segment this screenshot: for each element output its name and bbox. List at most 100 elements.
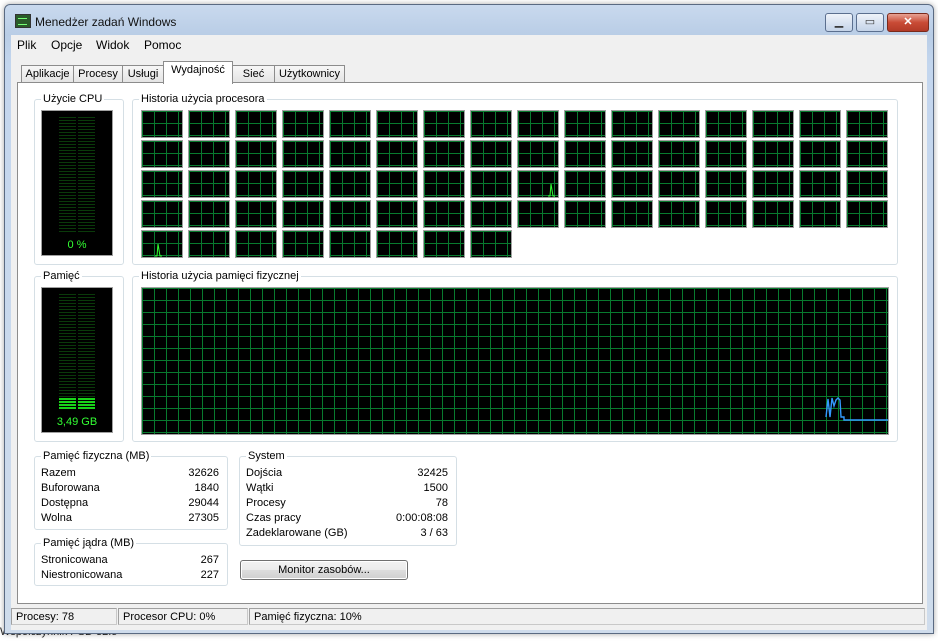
resource-monitor-button[interactable]: Monitor zasobów... (240, 560, 408, 580)
stat-value: 27305 (188, 512, 219, 524)
cpu-core-graph (329, 170, 371, 198)
cpu-usage-meter: 0 % (41, 110, 113, 256)
close-button[interactable]: ✕ (887, 13, 929, 32)
cpu-core-graph (752, 140, 794, 168)
status-memory: Pamięć fizyczna: 10% (249, 608, 925, 625)
cpu-core-graph (517, 170, 559, 198)
cpu-core-graph (470, 230, 512, 258)
cpu-core-graph (799, 200, 841, 228)
stat-value: 1500 (423, 482, 448, 494)
tab-applications[interactable]: Aplikacje (21, 65, 74, 83)
menu-file[interactable]: Plik (17, 38, 36, 52)
cpu-core-graph (423, 200, 465, 228)
memory-value: 3,49 GB (56, 416, 98, 428)
cpu-core-graph (376, 110, 418, 138)
cpu-core-graph (470, 170, 512, 198)
cpu-core-graph (329, 110, 371, 138)
physical-memory-row-free: Wolna 27305 (35, 512, 227, 526)
cpu-core-graph (658, 110, 700, 138)
cpu-core-graph (846, 110, 888, 138)
stat-label: Czas pracy (246, 512, 302, 524)
cpu-core-graph (423, 170, 465, 198)
cpu-core-graph (752, 170, 794, 198)
cpu-core-graph (799, 170, 841, 198)
stat-label: Razem (41, 467, 76, 479)
cpu-history-group: Historia użycia procesora (132, 92, 898, 265)
cpu-core-graph (235, 140, 277, 168)
task-manager-window: Menedżer zadań Windows ▁ ▭ ✕ Plik Opcje … (4, 4, 934, 634)
cpu-core-graph (846, 170, 888, 198)
menu-help[interactable]: Pomoc (144, 38, 181, 52)
system-row-uptime: Czas pracy 0:00:08:08 (240, 512, 456, 526)
cpu-history-label: Historia użycia procesora (139, 92, 267, 106)
cpu-core-graph (235, 230, 277, 258)
cpu-core-graph (282, 200, 324, 228)
menu-options[interactable]: Opcje (51, 38, 82, 52)
cpu-core-graph (141, 110, 183, 138)
performance-panel: Użycie CPU 0 % Historia użycia procesora… (17, 82, 923, 604)
memory-history-line (825, 397, 888, 421)
cpu-core-graph (658, 170, 700, 198)
system-label: System (246, 449, 287, 463)
stat-value: 0:00:08:08 (396, 512, 448, 524)
cpu-core-graph (282, 110, 324, 138)
cpu-core-graph (517, 140, 559, 168)
kernel-memory-row-paged: Stronicowana 267 (35, 554, 227, 568)
tab-services[interactable]: Usługi (122, 65, 164, 83)
cpu-core-graph (752, 110, 794, 138)
stat-value: 1840 (194, 482, 219, 494)
cpu-core-graph (423, 140, 465, 168)
kernel-memory-group: Pamięć jądra (MB) Stronicowana 267 Niest… (34, 536, 228, 586)
cpu-core-graph (658, 200, 700, 228)
cpu-core-graph (188, 110, 230, 138)
cpu-core-graph (376, 230, 418, 258)
system-row-commit: Zadeklarowane (GB) 3 / 63 (240, 527, 456, 541)
physical-memory-label: Pamięć fizyczna (MB) (41, 449, 152, 463)
stat-value: 3 / 63 (420, 527, 448, 539)
cpu-core-graph (235, 170, 277, 198)
stat-label: Niestronicowana (41, 569, 123, 581)
stat-label: Procesy (246, 497, 286, 509)
stat-label: Zadeklarowane (GB) (246, 527, 348, 539)
window-title: Menedżer zadań Windows (35, 15, 177, 29)
cpu-core-graph (423, 110, 465, 138)
cpu-core-graph (705, 110, 747, 138)
tab-users[interactable]: Użytkownicy (274, 65, 345, 83)
kernel-memory-row-nonpaged: Niestronicowana 227 (35, 569, 227, 583)
cpu-core-graph (564, 170, 606, 198)
stat-value: 267 (200, 554, 219, 566)
memory-meter: 3,49 GB (41, 287, 113, 433)
cpu-core-graph (799, 110, 841, 138)
cpu-core-graph (376, 170, 418, 198)
cpu-core-graph (329, 200, 371, 228)
cpu-core-graph (564, 110, 606, 138)
stat-label: Dostępna (41, 497, 89, 509)
system-group: System Dojścia 32425 Wątki 1500 Procesy … (239, 449, 457, 546)
stat-value: 32425 (417, 467, 448, 479)
cpu-core-line (548, 183, 555, 197)
cpu-core-graph (705, 170, 747, 198)
cpu-core-graph (235, 110, 277, 138)
cpu-core-graph (188, 200, 230, 228)
cpu-core-graph (235, 200, 277, 228)
cpu-usage-value: 0 % (67, 239, 87, 251)
stat-value: 32626 (188, 467, 219, 479)
tab-network[interactable]: Sieć (232, 65, 275, 83)
cpu-core-graph (705, 140, 747, 168)
tab-performance[interactable]: Wydajność (163, 61, 233, 84)
cpu-core-graph (658, 140, 700, 168)
cpu-core-graph (423, 230, 465, 258)
system-row-handles: Dojścia 32425 (240, 467, 456, 481)
title-bar[interactable]: Menedżer zadań Windows ▁ ▭ ✕ (5, 5, 933, 35)
maximize-button[interactable]: ▭ (856, 13, 884, 32)
tab-processes[interactable]: Procesy (73, 65, 123, 83)
minimize-button[interactable]: ▁ (825, 13, 853, 32)
stat-label: Wolna (41, 512, 72, 524)
status-processes: Procesy: 78 (11, 608, 117, 625)
cpu-core-line (155, 243, 162, 257)
cpu-core-graph (329, 230, 371, 258)
menu-view[interactable]: Widok (96, 38, 129, 52)
cpu-core-graph (141, 170, 183, 198)
cpu-core-graph (188, 140, 230, 168)
cpu-core-graph (611, 200, 653, 228)
